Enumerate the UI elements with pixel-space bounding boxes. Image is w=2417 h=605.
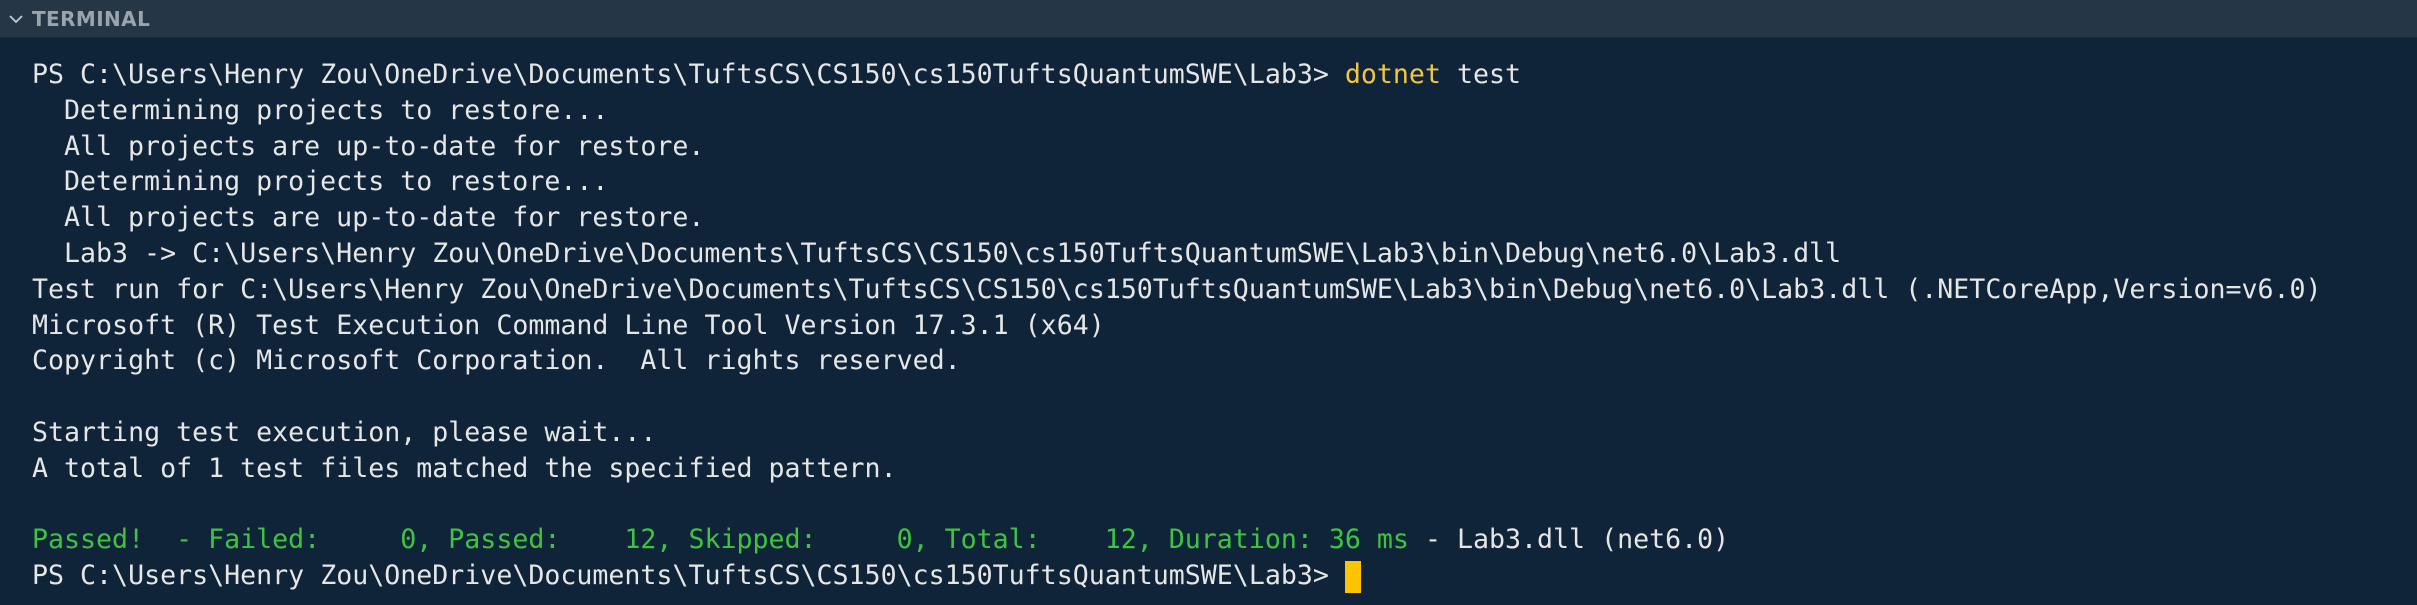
terminal-output[interactable]: PS C:\Users\Henry Zou\OneDrive\Documents… — [0, 38, 2417, 605]
terminal-cursor — [1344, 560, 1361, 593]
prompt: PS C:\Users\Henry Zou\OneDrive\Documents… — [32, 560, 1329, 592]
terminal-line: All projects are up-to-date for restore. — [64, 202, 705, 234]
terminal-line: A total of 1 test files matched the spec… — [32, 452, 897, 484]
terminal-line: Copyright (c) Microsoft Corporation. All… — [32, 345, 961, 377]
terminal-line-command: PS C:\Users\Henry Zou\OneDrive\Documents… — [32, 57, 2417, 93]
terminal-line: Lab3 -> C:\Users\Henry Zou\OneDrive\Docu… — [64, 237, 1842, 269]
command-keyword: dotnet — [1344, 59, 1441, 90]
terminal-panel-header[interactable]: TERMINAL — [0, 0, 2417, 38]
chevron-down-icon[interactable] — [4, 7, 28, 31]
terminal-line: Starting test execution, please wait... — [32, 416, 657, 448]
terminal-line: Microsoft (R) Test Execution Command Lin… — [32, 309, 1105, 341]
terminal-line: Test run for C:\Users\Henry Zou\OneDrive… — [32, 273, 2322, 305]
terminal-line-prompt[interactable]: PS C:\Users\Henry Zou\OneDrive\Documents… — [32, 558, 2417, 594]
panel-title: TERMINAL — [32, 6, 151, 31]
command-args: test — [1456, 59, 1522, 90]
terminal-panel: TERMINAL PS C:\Users\Henry Zou\OneDrive\… — [0, 0, 2417, 605]
test-result-line: Passed! - Failed: 0, Passed: 12, Skipped… — [32, 522, 2417, 558]
prompt: PS C:\Users\Henry Zou\OneDrive\Documents… — [32, 59, 1329, 90]
terminal-line: All projects are up-to-date for restore. — [64, 130, 705, 162]
test-result-summary: Passed! - Failed: 0, Passed: 12, Skipped… — [32, 524, 1409, 556]
terminal-line: Determining projects to restore... — [64, 94, 609, 126]
test-result-tail: - Lab3.dll (net6.0) — [1408, 524, 1730, 556]
terminal-line: Determining projects to restore... — [64, 166, 609, 198]
